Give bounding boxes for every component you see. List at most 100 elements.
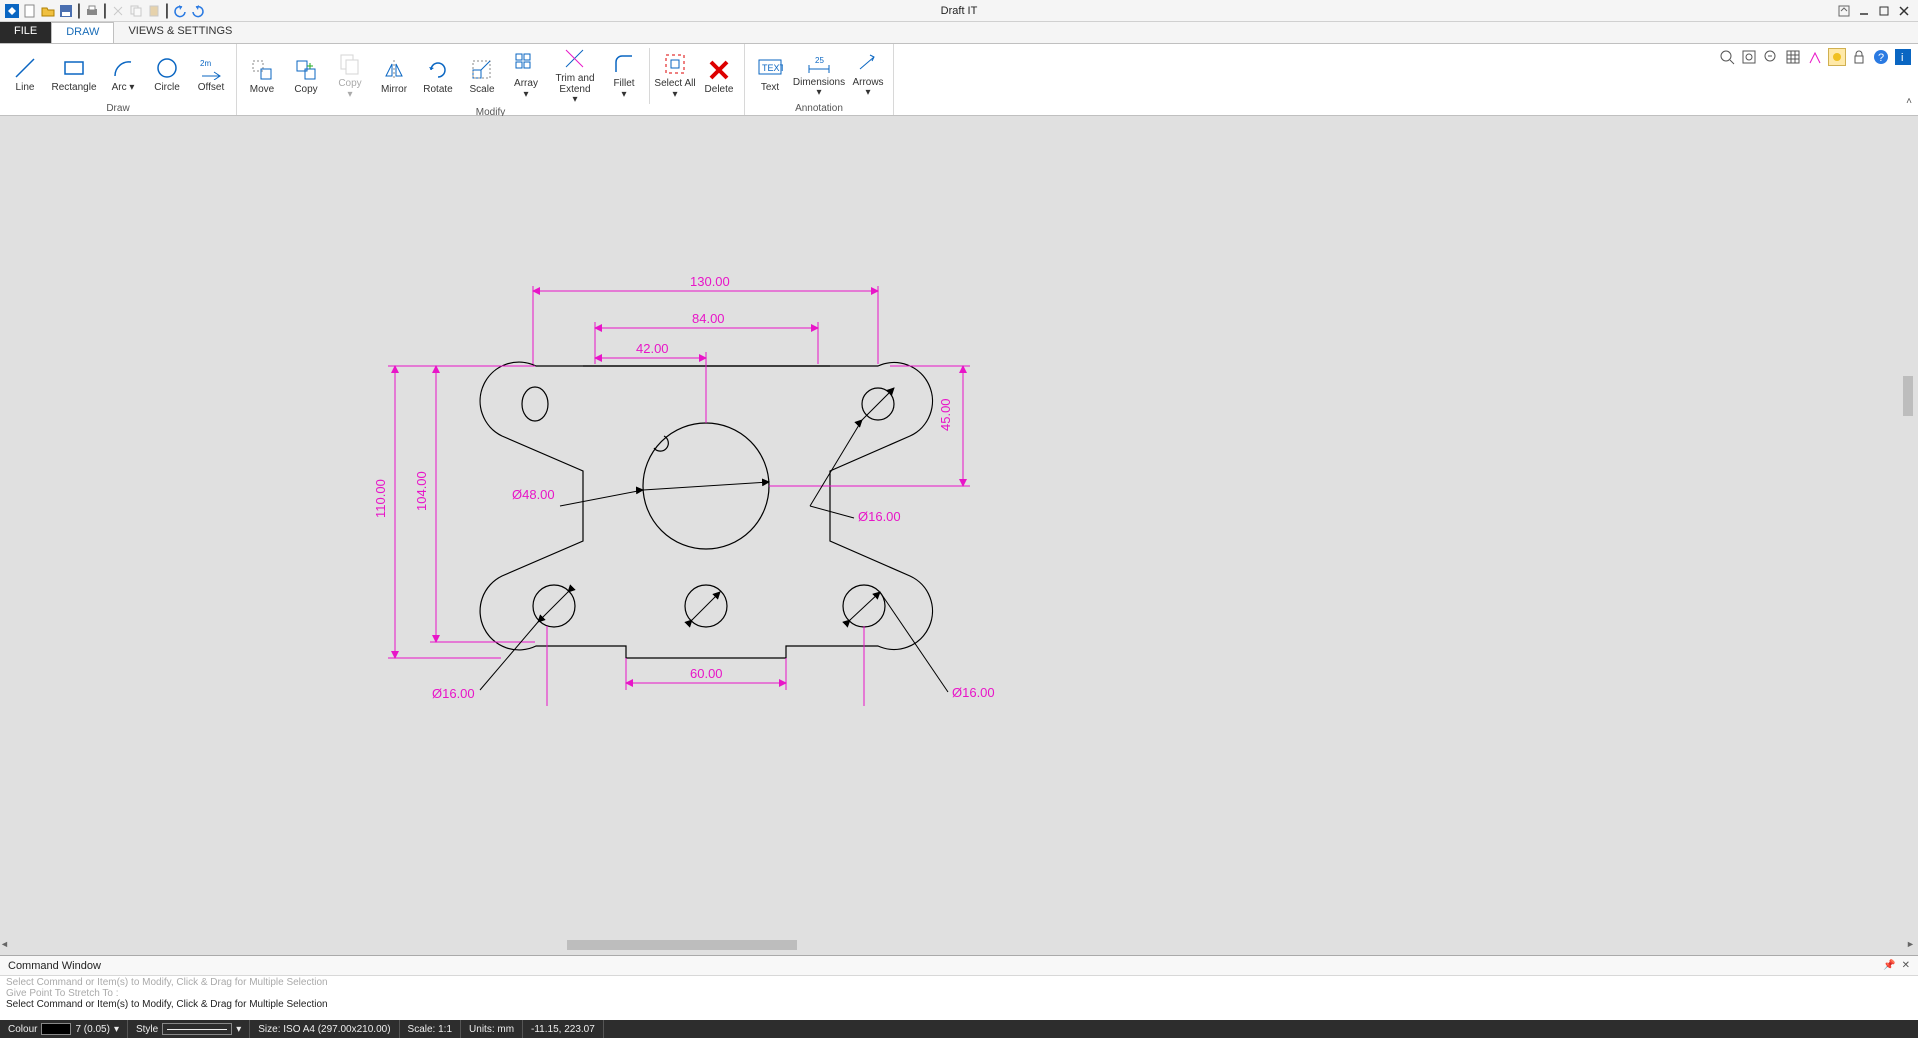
zoom-previous-icon[interactable] (1762, 48, 1780, 66)
group-draw-label: Draw (4, 102, 232, 115)
tab-draw[interactable]: DRAW (51, 22, 114, 43)
separator-icon: | (164, 3, 170, 19)
group-annotation-label: Annotation (749, 102, 889, 115)
tool-text[interactable]: TEXTText (749, 46, 791, 102)
trim-icon (562, 46, 588, 72)
minimize-icon[interactable] (1856, 3, 1872, 19)
dim-130: 130.00 (690, 274, 730, 289)
tool-arc[interactable]: Arc ▾ (102, 46, 144, 102)
dim-42: 42.00 (636, 341, 669, 356)
tool-rotate[interactable]: Rotate (417, 46, 459, 106)
line-icon (12, 55, 38, 81)
drawing-canvas[interactable]: 130.00 84.00 42.00 45.00 110.00 104.00 1… (0, 116, 1918, 955)
tool-circle[interactable]: Circle (146, 46, 188, 102)
dim-104: 104.00 (414, 471, 429, 511)
cut-icon[interactable] (110, 3, 126, 19)
vscroll-thumb[interactable] (1903, 376, 1913, 416)
tool-select-all[interactable]: Select All▾ (654, 46, 696, 106)
scroll-left-icon[interactable]: ◄ (0, 939, 12, 951)
cmd-pin-icon[interactable]: 📌 (1883, 960, 1895, 971)
tool-line[interactable]: Line (4, 46, 46, 102)
tool-move[interactable]: Move (241, 46, 283, 106)
arrows-icon (855, 50, 881, 76)
tool-rectangle[interactable]: Rectangle (48, 46, 100, 102)
offset-icon: 2m (198, 55, 224, 81)
app-title: Draft IT (941, 5, 978, 17)
tool-copy[interactable]: Copy (285, 46, 327, 106)
collapse-ribbon-icon[interactable]: ˄ (1906, 96, 1912, 107)
svg-text:?: ? (1878, 52, 1884, 64)
tool-dimensions[interactable]: 25Dimensions▾ (793, 46, 845, 102)
tool-delete[interactable]: Delete (698, 46, 740, 106)
svg-text:TEXT: TEXT (762, 63, 783, 73)
undo-icon[interactable] (172, 3, 188, 19)
copy-icon[interactable] (128, 3, 144, 19)
circle-icon (154, 55, 180, 81)
rectangle-icon (61, 55, 87, 81)
mirror-icon (381, 57, 407, 83)
status-style-label: Style (136, 1024, 158, 1035)
tool-trim-extend[interactable]: Trim and Extend▾ (549, 46, 601, 106)
ribbon-toggle-icon[interactable] (1836, 3, 1852, 19)
arc-icon (110, 55, 136, 81)
lock-icon[interactable] (1850, 48, 1868, 66)
print-icon[interactable] (84, 3, 100, 19)
svg-text:i: i (1901, 52, 1903, 64)
group-annotation: TEXTText 25Dimensions▾ Arrows▾ Annotatio… (745, 44, 894, 115)
help-icon[interactable]: ? (1872, 48, 1890, 66)
horizontal-scrollbar[interactable]: ◄ ► (0, 939, 1918, 951)
rotate-icon (425, 57, 451, 83)
vertical-scrollbar[interactable] (1902, 116, 1914, 955)
zoom-extents-icon[interactable] (1740, 48, 1758, 66)
tool-mirror[interactable]: Mirror (373, 46, 415, 106)
group-modify: Move Copy Copy▾ Mirror Rotate Scale Arra… (237, 44, 745, 115)
select-all-icon (662, 51, 688, 77)
group-draw: Line Rectangle Arc ▾ Circle 2mOffset Dra… (0, 44, 237, 115)
text-icon: TEXT (757, 55, 783, 81)
tool-copy-clipboard: Copy▾ (329, 46, 371, 106)
separator-icon: | (102, 3, 108, 19)
grid-icon[interactable] (1784, 48, 1802, 66)
dim-dia48: Ø48.00 (512, 487, 555, 502)
status-style[interactable]: Style ▾ (128, 1020, 250, 1038)
command-window: Command Window 📌 ✕ Select Command or Ite… (0, 955, 1918, 1020)
status-colour-label: Colour (8, 1024, 37, 1035)
tool-arrows[interactable]: Arrows▾ (847, 46, 889, 102)
app-icon (4, 3, 20, 19)
paste-icon[interactable] (146, 3, 162, 19)
tool-offset[interactable]: 2mOffset (190, 46, 232, 102)
status-bar: Colour 7 (0.05) ▾ Style ▾ Size: ISO A4 (… (0, 1020, 1918, 1038)
tab-views-settings[interactable]: VIEWS & SETTINGS (114, 22, 246, 43)
title-bar: | | | Draft IT (0, 0, 1918, 22)
open-icon[interactable] (40, 3, 56, 19)
tool-scale[interactable]: Scale (461, 46, 503, 106)
dim-84: 84.00 (692, 311, 725, 326)
command-window-header[interactable]: Command Window 📌 ✕ (0, 956, 1918, 976)
save-icon[interactable] (58, 3, 74, 19)
command-window-title: Command Window (8, 960, 101, 972)
cmd-current-line[interactable]: Select Command or Item(s) to Modify, Cli… (6, 999, 1912, 1010)
cmd-close-icon[interactable]: ✕ (1902, 960, 1910, 971)
status-coords: -11.15, 223.07 (523, 1020, 604, 1038)
snap-icon[interactable] (1806, 48, 1824, 66)
tab-file[interactable]: FILE (0, 22, 51, 43)
tool-fillet[interactable]: Fillet▾ (603, 46, 645, 106)
hscroll-thumb[interactable] (567, 940, 797, 950)
layer-icon[interactable] (1828, 48, 1846, 66)
dim-dia16a: Ø16.00 (858, 509, 901, 524)
delete-icon (706, 57, 732, 83)
tool-array[interactable]: Array▾ (505, 46, 547, 106)
clipboard-copy-icon (337, 51, 363, 77)
info-icon[interactable]: i (1894, 48, 1912, 66)
status-colour[interactable]: Colour 7 (0.05) ▾ (0, 1020, 128, 1038)
status-scale: Scale: 1:1 (400, 1020, 461, 1038)
array-icon (513, 51, 539, 77)
dim-dia16b: Ø16.00 (952, 685, 995, 700)
maximize-icon[interactable] (1876, 3, 1892, 19)
zoom-window-icon[interactable] (1718, 48, 1736, 66)
dim-45: 45.00 (938, 398, 953, 431)
svg-text:25: 25 (815, 56, 824, 65)
redo-icon[interactable] (190, 3, 206, 19)
new-icon[interactable] (22, 3, 38, 19)
close-icon[interactable] (1896, 3, 1912, 19)
